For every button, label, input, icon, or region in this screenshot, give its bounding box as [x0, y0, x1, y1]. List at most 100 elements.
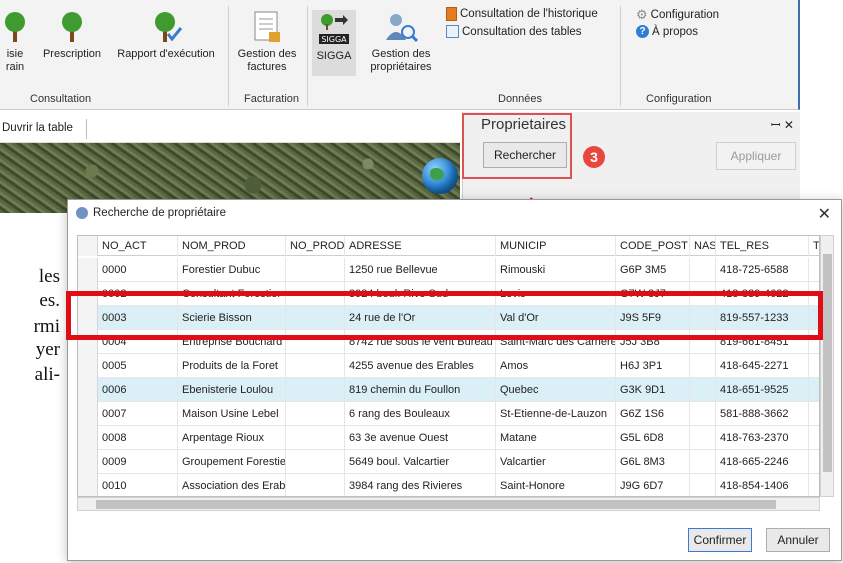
- close-icon[interactable]: ✕: [818, 204, 831, 224]
- gestion-factures-button[interactable]: Gestion des factures: [234, 10, 300, 74]
- toolbar-separator: [86, 119, 87, 139]
- row-header-cell[interactable]: [78, 258, 98, 282]
- scroll-thumb[interactable]: [823, 254, 832, 472]
- table-cell: 581-888-3662: [716, 402, 809, 426]
- table-toolbar: Duvrir la table: [0, 115, 460, 143]
- row-header-cell[interactable]: [78, 402, 98, 426]
- table-row[interactable]: 0005 Produits de la Foret 4255 avenue des …: [78, 354, 819, 378]
- history-icon: [446, 7, 457, 21]
- sigga-label: SIGGA: [316, 50, 352, 62]
- column-header[interactable]: NO_PROD: [286, 236, 345, 256]
- gestion-proprietaires-button[interactable]: Gestion des propriétaires: [364, 10, 438, 74]
- ribbon: isie rain Prescription Rapport d'exécuti…: [0, 0, 800, 110]
- svg-text:SIGGA: SIGGA: [321, 35, 347, 44]
- table-row[interactable]: 0010Association des Erablieres 3984 rang …: [78, 474, 819, 496]
- gestion-proprietaires-line1: Gestion des: [371, 48, 431, 60]
- sigga-icon: SIGGA: [319, 14, 349, 44]
- appliquer-button[interactable]: Appliquer: [716, 142, 796, 170]
- table-cell: G3K 9D1: [616, 378, 690, 402]
- pane-controls[interactable]: ꟷ ✕: [771, 116, 794, 133]
- table-cell: 418-763-2370: [716, 426, 809, 450]
- table-cell: [690, 258, 716, 282]
- column-header[interactable]: TEL_RES: [716, 236, 809, 256]
- table-row[interactable]: 0008 Arpentage Rioux 63 3e avenue Ouest Mat…: [78, 426, 819, 450]
- tables-label: Consultation des tables: [462, 25, 582, 38]
- table-row[interactable]: 0006 Ebenisterie Loulou 819 chemin du Foul…: [78, 378, 819, 402]
- table-row[interactable]: 0009Groupement Forestier Valcartier 5649 …: [78, 450, 819, 474]
- table-cell: 4255 avenue des Erables: [345, 354, 496, 378]
- historique-label: Consultation de l'historique: [460, 8, 598, 20]
- table-cell: [690, 402, 716, 426]
- table-cell: Maison Usine Lebel: [178, 402, 286, 426]
- table-cell: 418-665-2246: [716, 450, 809, 474]
- row-header-cell[interactable]: [78, 354, 98, 378]
- configuration-label: Configuration: [650, 9, 720, 21]
- column-header[interactable]: ADRESSE: [345, 236, 496, 256]
- vertical-scrollbar[interactable]: [820, 235, 834, 497]
- consultation-historique-button[interactable]: Consultation de l'historique: [446, 7, 598, 21]
- group-label-configuration: Configuration: [646, 93, 712, 105]
- table-cell: Ebenisterie Loulou: [178, 378, 286, 402]
- horizontal-scrollbar[interactable]: [77, 497, 820, 511]
- open-table-button[interactable]: Duvrir la table: [2, 122, 73, 134]
- proprietaires-grid: NO_ACT NOM_PROD NO_PROD ADRESSE MUNICIP CODE_…: [77, 235, 820, 497]
- table-cell: 418-651-9525: [716, 378, 809, 402]
- table-cell: [286, 378, 345, 402]
- annuler-button[interactable]: Annuler: [766, 528, 830, 552]
- column-header[interactable]: T: [809, 236, 819, 256]
- table-cell: 0005: [98, 354, 178, 378]
- terrain-label: rain: [5, 61, 25, 73]
- row-header-cell[interactable]: [78, 378, 98, 402]
- scroll-thumb[interactable]: [96, 500, 776, 509]
- sigga-button[interactable]: SIGGA SIGGA: [312, 10, 356, 76]
- table-row[interactable]: 0007 Maison Usine Lebel 6 rang des Bouleau…: [78, 402, 819, 426]
- dialog-titlebar: Recherche de propriétaire: [76, 207, 226, 219]
- consultation-tables-button[interactable]: Consultation des tables: [446, 25, 582, 38]
- apropos-button[interactable]: ? À propos: [636, 25, 698, 38]
- column-header[interactable]: NAS: [690, 236, 716, 256]
- globe-icon[interactable]: [422, 158, 458, 194]
- table-cell: [286, 354, 345, 378]
- table-cell: Arpentage Rioux: [178, 426, 286, 450]
- table-cell: Rimouski: [496, 258, 616, 282]
- table-cell: G6L 8M3: [616, 450, 690, 474]
- group-separator: [307, 6, 308, 106]
- column-header[interactable]: NO_ACT: [98, 236, 178, 256]
- prescription-button[interactable]: Prescription: [38, 10, 106, 61]
- table-cell: 0000: [98, 258, 178, 282]
- table-cell: 0009: [98, 450, 178, 474]
- table-cell: 5649 boul. Valcartier: [345, 450, 496, 474]
- table-cell: 63 3e avenue Ouest: [345, 426, 496, 450]
- row-header-cell[interactable]: [78, 474, 98, 496]
- table-cell: Amos: [496, 354, 616, 378]
- person-icon: [76, 207, 88, 219]
- step-badge: 3: [583, 146, 605, 168]
- table-cell: 418-854-1406: [716, 474, 809, 496]
- confirmer-button[interactable]: Confirmer: [688, 528, 752, 552]
- highlight-box-selected-row: [66, 291, 823, 340]
- recherche-proprietaire-dialog: Recherche de propriétaire ✕ NO_ACT NOM_PR…: [67, 199, 842, 561]
- table-cell: 3984 rang des Rivieres: [345, 474, 496, 496]
- table-cell: [286, 474, 345, 496]
- table-cell: 6 rang des Bouleaux: [345, 402, 496, 426]
- row-header-cell[interactable]: [78, 426, 98, 450]
- table-cell: Groupement Forestier Valcartier: [178, 450, 286, 474]
- column-header[interactable]: NOM_PROD: [178, 236, 286, 256]
- row-header-cell[interactable]: [78, 450, 98, 474]
- gestion-proprietaires-line2: propriétaires: [370, 61, 432, 73]
- column-header[interactable]: MUNICIP: [496, 236, 616, 256]
- help-icon: ?: [636, 25, 649, 38]
- column-header[interactable]: CODE_POST: [616, 236, 690, 256]
- table-cell: [690, 354, 716, 378]
- table-cell: Quebec: [496, 378, 616, 402]
- doc-text: rmi: [33, 316, 60, 337]
- table-row[interactable]: 0000 Forestier Dubuc 1250 rue Bellevue Rimo…: [78, 258, 819, 282]
- person-search-icon: [386, 14, 418, 43]
- table-cell: 1250 rue Bellevue: [345, 258, 496, 282]
- group-label-facturation: Facturation: [244, 93, 300, 105]
- table-cell: G6P 3M5: [616, 258, 690, 282]
- saisie-terrain-button[interactable]: isie rain: [0, 10, 30, 74]
- table-cell: 418-645-2271: [716, 354, 809, 378]
- rapport-execution-button[interactable]: Rapport d'exécution: [110, 10, 222, 61]
- configuration-button[interactable]: ⚙ Configuration: [636, 7, 719, 23]
